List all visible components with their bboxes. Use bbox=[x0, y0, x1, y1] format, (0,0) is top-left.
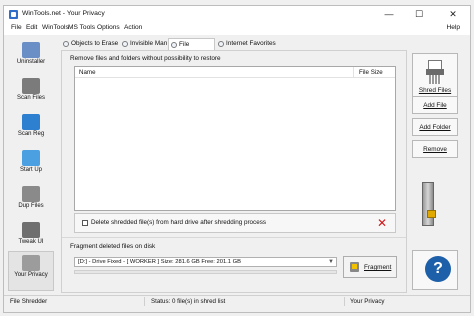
help-button[interactable]: ? bbox=[412, 250, 458, 290]
delete-after-shred-label[interactable]: Delete shredded file(s) from hard drive … bbox=[91, 219, 266, 226]
add-folder-button[interactable]: Add Folder bbox=[412, 118, 458, 136]
uninstaller-icon bbox=[22, 42, 40, 58]
remove-button[interactable]: Remove bbox=[412, 140, 458, 158]
toolbar-label: Scan Reg bbox=[17, 131, 45, 137]
shred-file-list[interactable]: Name File Size bbox=[74, 66, 396, 211]
startup-icon bbox=[22, 150, 40, 166]
status-separator bbox=[344, 297, 345, 306]
file-shredder-panel: Remove files and folders without possibi… bbox=[61, 50, 407, 293]
tab-icon bbox=[122, 41, 128, 47]
left-toolbar: Uninstaller Scan Files Scan Reg Start Up… bbox=[8, 39, 54, 293]
menu-action[interactable]: Action bbox=[124, 24, 142, 31]
tab-icon bbox=[218, 41, 224, 47]
chevron-down-icon: ▼ bbox=[328, 259, 334, 265]
shredder-icon bbox=[426, 60, 444, 84]
fragment-icon bbox=[350, 262, 359, 272]
status-separator bbox=[144, 297, 145, 306]
tab-label: Objects to Erase bbox=[71, 40, 119, 47]
delete-after-shred-checkbox[interactable] bbox=[82, 220, 88, 226]
status-section-right: Your Privacy bbox=[350, 298, 385, 305]
toolbar-label: Uninstaller bbox=[16, 59, 46, 65]
toolbar-label: Dup Files bbox=[18, 203, 44, 209]
help-icon: ? bbox=[425, 256, 451, 282]
column-file-size[interactable]: File Size bbox=[359, 69, 383, 76]
maximize-button[interactable]: ☐ bbox=[408, 7, 430, 21]
menu-file[interactable]: File bbox=[11, 24, 22, 31]
fragment-group-label: Fragment deleted files on disk bbox=[70, 243, 156, 250]
toolbar-scan-files[interactable]: Scan Files bbox=[8, 75, 54, 109]
shred-files-label: Shred Files bbox=[418, 87, 452, 94]
status-message: Status: 0 file(s) in shred list bbox=[151, 298, 226, 305]
clear-list-icon[interactable]: ✕ bbox=[377, 216, 387, 230]
toolbar-label: Start Up bbox=[19, 167, 42, 173]
fragment-progress-bar bbox=[74, 270, 337, 274]
app-logo-icon bbox=[9, 10, 18, 19]
toolbar-your-privacy[interactable]: Your Privacy bbox=[8, 251, 54, 291]
toolbar-label: Scan Files bbox=[16, 95, 45, 101]
toolbar-label: Your Privacy bbox=[14, 272, 48, 278]
tweak-ui-icon bbox=[22, 222, 40, 238]
column-separator bbox=[353, 67, 354, 77]
app-window: WinTools.net - Your Privacy — ☐ ✕ File E… bbox=[3, 5, 471, 313]
tab-label: Invisible Man bbox=[130, 40, 168, 47]
scan-reg-icon bbox=[22, 114, 40, 130]
scan-files-icon bbox=[22, 78, 40, 94]
menu-mstools[interactable]: MS Tools bbox=[68, 24, 95, 31]
add-file-button[interactable]: Add File bbox=[412, 96, 458, 114]
lock-icon bbox=[427, 210, 436, 218]
minimize-button[interactable]: — bbox=[378, 7, 400, 21]
toolbar-scan-reg[interactable]: Scan Reg bbox=[8, 111, 54, 145]
toolbar-start-up[interactable]: Start Up bbox=[8, 147, 54, 181]
divider bbox=[62, 237, 406, 238]
status-section-left: File Shredder bbox=[10, 298, 48, 305]
title-bar: WinTools.net - Your Privacy — ☐ ✕ bbox=[4, 6, 470, 23]
close-button[interactable]: ✕ bbox=[442, 7, 464, 21]
column-name[interactable]: Name bbox=[79, 69, 96, 76]
toolbar-label: Tweak UI bbox=[18, 239, 44, 245]
toolbar-uninstaller[interactable]: Uninstaller bbox=[8, 39, 54, 73]
shred-options-box: Delete shredded file(s) from hard drive … bbox=[74, 213, 396, 233]
menu-wintools[interactable]: WinTools bbox=[42, 24, 69, 31]
tab-objects-to-erase[interactable]: Objects to Erase bbox=[61, 38, 119, 50]
privacy-icon bbox=[22, 255, 40, 271]
menu-options[interactable]: Options bbox=[97, 24, 120, 31]
fragment-button[interactable]: Fragment bbox=[343, 256, 397, 278]
menu-edit[interactable]: Edit bbox=[26, 24, 37, 31]
window-title: WinTools.net - Your Privacy bbox=[22, 10, 105, 17]
menu-bar: File Edit WinTools MS Tools Options Acti… bbox=[4, 23, 470, 35]
shred-group-label: Remove files and folders without possibi… bbox=[70, 55, 221, 62]
shredder-strips bbox=[429, 75, 441, 84]
menu-help[interactable]: Help bbox=[446, 24, 460, 31]
tab-file-shredder[interactable]: File Shredder bbox=[168, 38, 215, 60]
tab-internet-favorites[interactable]: Internet Favorites bbox=[216, 38, 278, 50]
dup-files-icon bbox=[22, 186, 40, 202]
list-header: Name File Size bbox=[75, 67, 395, 78]
toolbar-dup-files[interactable]: Dup Files bbox=[8, 183, 54, 217]
tab-invisible-man[interactable]: Invisible Man bbox=[120, 38, 168, 50]
drive-select[interactable]: [D:] - Drive Fixed - [ WORKER ] Size: 28… bbox=[74, 257, 337, 267]
status-bar: File Shredder Status: 0 file(s) in shred… bbox=[4, 295, 470, 307]
pc-tower-icon bbox=[422, 182, 438, 226]
toolbar-tweak-ui[interactable]: Tweak UI bbox=[8, 219, 54, 253]
fragment-button-label: Fragment bbox=[364, 264, 392, 271]
tab-icon bbox=[63, 41, 69, 47]
tab-icon bbox=[171, 42, 177, 48]
pc-case bbox=[422, 182, 434, 226]
drive-select-value: [D:] - Drive Fixed - [ WORKER ] Size: 28… bbox=[78, 259, 242, 265]
tab-label: Internet Favorites bbox=[226, 40, 276, 47]
